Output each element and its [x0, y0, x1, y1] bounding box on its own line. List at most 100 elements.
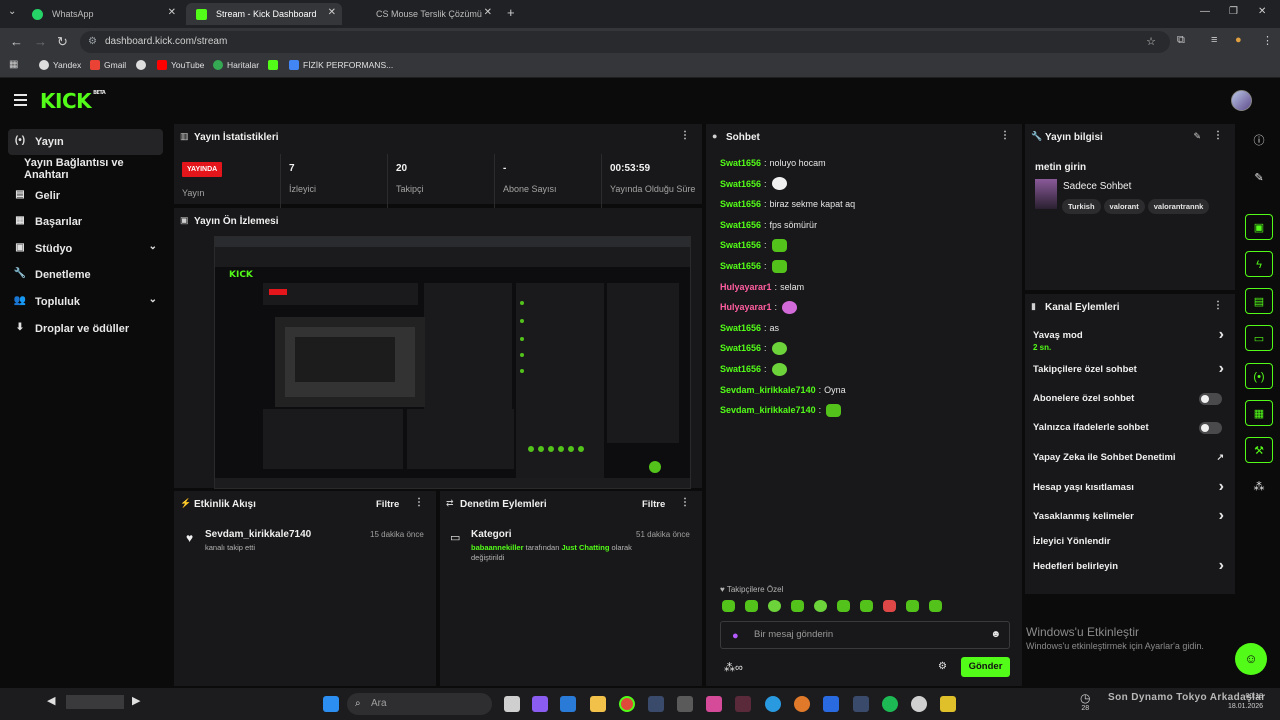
taskbar-search[interactable]: ⌕ Ara — [347, 693, 492, 715]
tab-cs-mouse[interactable]: CS Mouse Terslik Çözümü ✕ — [346, 3, 498, 25]
edit-icon[interactable]: ✎ — [1245, 165, 1273, 191]
media-next-icon[interactable]: ▶ — [132, 694, 140, 707]
emote-icon[interactable] — [722, 600, 735, 612]
emoji-icon[interactable]: ☻ — [990, 622, 1001, 648]
chat-username[interactable]: Swat1656 — [720, 240, 761, 250]
more-icon[interactable]: ⋮ — [680, 130, 690, 141]
hamburger-menu-icon[interactable] — [14, 94, 27, 109]
toggle-switch[interactable] — [1199, 393, 1222, 405]
bookmark-fizik[interactable]: FİZİK PERFORMANS... — [289, 60, 393, 70]
windows-start-icon[interactable] — [323, 696, 339, 712]
address-bar[interactable]: ⚙ dashboard.kick.com/stream ☆ — [80, 31, 1170, 53]
close-icon[interactable]: ✕ — [168, 7, 176, 18]
app-icon[interactable] — [677, 696, 693, 712]
channel-icon[interactable]: ▦ — [1245, 400, 1273, 426]
bookmark-yandex[interactable]: Yandex — [39, 60, 81, 70]
toggle-switch[interactable] — [1199, 422, 1222, 434]
spotify-icon[interactable] — [882, 696, 898, 712]
channel-action-row[interactable]: Hedefleri belirleyin › — [1033, 557, 1228, 574]
channel-action-row[interactable]: Yalnızca ifadelerle sohbet — [1033, 422, 1228, 434]
app-icon[interactable] — [823, 696, 839, 712]
wrench-icon[interactable]: ⚒ — [1245, 437, 1273, 463]
activity-user[interactable]: Sevdam_kirikkale7140 — [205, 529, 311, 540]
channel-action-row[interactable]: Hesap yaşı kısıtlaması › — [1033, 478, 1228, 495]
send-button[interactable]: Gönder — [961, 657, 1010, 677]
extensions-icon[interactable]: ⧉ — [1177, 34, 1185, 47]
channel-action-row[interactable]: Abonelere özel sohbet — [1033, 393, 1228, 405]
steam-icon[interactable] — [648, 696, 664, 712]
kick-logo[interactable]: KICK BETA — [40, 89, 106, 113]
firefox-icon[interactable] — [794, 696, 810, 712]
reload-icon[interactable]: ↻ — [57, 34, 68, 50]
bolt-icon[interactable]: ϟ — [1245, 251, 1273, 277]
browser-menu-icon[interactable]: ⋮ — [1262, 34, 1273, 47]
tab-kick-dashboard[interactable]: Stream - Kick Dashboard ✕ — [186, 3, 342, 25]
chrome-icon[interactable] — [619, 696, 635, 712]
points-icon[interactable]: ⁂∞ — [724, 661, 743, 674]
sidebar-item-basarilar[interactable]: ▦ Başarılar — [8, 209, 163, 235]
more-icon[interactable]: ⋮ — [1213, 300, 1223, 311]
more-icon[interactable]: ⋮ — [680, 497, 690, 508]
emote-icon[interactable] — [837, 600, 850, 612]
sidebar-item-denetleme[interactable]: 🔧 Denetleme — [8, 262, 163, 288]
chat-username[interactable]: Sevdam_kirikkale7140 — [720, 405, 816, 415]
chat-username[interactable]: Swat1656 — [720, 199, 761, 209]
task-view-icon[interactable] — [504, 696, 520, 712]
bookmark-gmail[interactable]: Gmail — [90, 60, 126, 70]
chat-username[interactable]: Swat1656 — [720, 158, 761, 168]
emote-icon[interactable] — [883, 600, 896, 612]
more-icon[interactable]: ⋮ — [414, 497, 424, 508]
emote-icon[interactable] — [860, 600, 873, 612]
sidebar-item-topluluk[interactable]: 👥 Topluluk ⌄ — [8, 289, 163, 315]
bookmark-youtube[interactable]: YouTube — [157, 60, 204, 70]
category-link[interactable]: Just Chatting — [561, 543, 609, 552]
sidebar-item-stream-key[interactable]: Yayın Bağlantısı ve Anahtarı — [8, 156, 170, 182]
close-icon[interactable]: ✕ — [484, 7, 492, 18]
chat-icon[interactable]: ▭ — [1245, 325, 1273, 351]
new-tab-button[interactable]: + — [507, 5, 515, 20]
reading-list-icon[interactable]: ≡ — [1211, 34, 1217, 46]
chat-username[interactable]: Sevdam_kirikkale7140 — [720, 385, 816, 395]
chat-username[interactable]: Hulyayarar1 — [720, 302, 772, 312]
emote-icon[interactable] — [906, 600, 919, 612]
taskbar-clock[interactable]: 00:18 18.01.2026 — [1228, 692, 1263, 712]
filter-button[interactable]: Filtre — [376, 499, 399, 510]
instagram-icon[interactable] — [706, 696, 722, 712]
site-info-icon[interactable]: ⚙ — [88, 31, 97, 53]
chat-username[interactable]: Hulyayarar1 — [720, 282, 772, 292]
add-widget-icon[interactable]: ⁂ — [1245, 474, 1273, 500]
back-icon[interactable]: ← — [10, 34, 23, 49]
more-icon[interactable]: ⋮ — [1000, 130, 1010, 141]
chat-username[interactable]: Swat1656 — [720, 220, 761, 230]
emote-icon[interactable] — [791, 600, 804, 612]
settings-icon[interactable]: ⚙ — [938, 661, 947, 672]
chat-username[interactable]: Swat1656 — [720, 179, 761, 189]
emote-icon[interactable] — [768, 600, 781, 612]
chat-username[interactable]: Swat1656 — [720, 323, 761, 333]
bookmark-kick[interactable] — [268, 60, 278, 70]
sidebar-item-yayin[interactable]: (•) Yayın — [8, 129, 163, 155]
info-icon[interactable]: ⓘ — [1245, 128, 1273, 154]
obs-icon[interactable] — [911, 696, 927, 712]
app-icon[interactable] — [940, 696, 956, 712]
media-prev-icon[interactable]: ◀ — [47, 694, 55, 707]
chat-username[interactable]: Swat1656 — [720, 364, 761, 374]
channel-action-row[interactable]: İzleyici Yönlendir — [1033, 536, 1228, 547]
sidebar-item-droplar[interactable]: ⬇ Droplar ve ödüller — [8, 316, 163, 342]
channel-action-row[interactable]: Takipçilere özel sohbet › — [1033, 360, 1228, 377]
folder-icon[interactable] — [590, 696, 606, 712]
emote-icon[interactable] — [745, 600, 758, 612]
chat-input[interactable]: ● Bir mesaj gönderin ☻ — [720, 621, 1010, 649]
chat-username[interactable]: Swat1656 — [720, 343, 761, 353]
edge-icon[interactable] — [765, 696, 781, 712]
app-icon[interactable] — [735, 696, 751, 712]
maximize-icon[interactable]: ❐ — [1229, 6, 1238, 17]
media-scrubber[interactable] — [66, 695, 124, 709]
store-icon[interactable] — [560, 696, 576, 712]
minimize-icon[interactable]: — — [1200, 6, 1210, 17]
tab-whatsapp[interactable]: WhatsApp ✕ — [22, 3, 182, 25]
copilot-icon[interactable] — [532, 696, 548, 712]
emote-icon[interactable] — [929, 600, 942, 612]
edit-icon[interactable]: ✎ — [1193, 131, 1201, 142]
filter-button[interactable]: Filtre — [642, 499, 665, 510]
